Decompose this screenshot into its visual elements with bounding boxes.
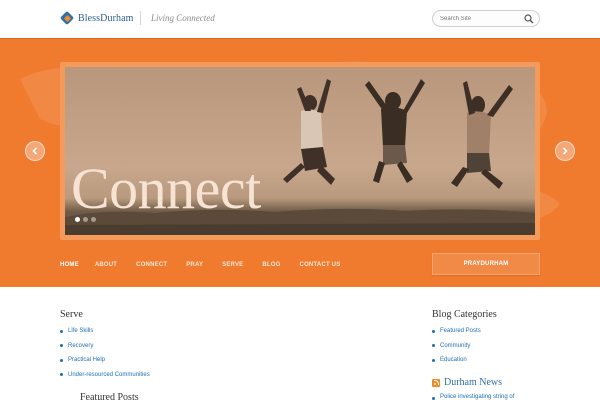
main-nav: HOME ABOUT CONNECT PRAY SERVE BLOG CONTA… — [60, 260, 359, 270]
news-link[interactable]: Police investigating string of — [432, 394, 514, 400]
category-link-community[interactable]: Community — [432, 342, 481, 357]
serve-link-practical-help[interactable]: Practical Help — [60, 356, 150, 371]
slider-dot[interactable] — [83, 217, 88, 222]
slider-frame: Connect — [60, 62, 540, 240]
site-tagline: Living Connected — [151, 13, 215, 23]
slide-image[interactable]: Connect — [65, 67, 535, 235]
nav-about[interactable]: ABOUT — [95, 260, 117, 270]
slider-dot[interactable] — [75, 217, 80, 222]
site-logo[interactable]: BlessDurham — [61, 10, 134, 26]
search-icon[interactable] — [524, 14, 534, 24]
slider-prev-button[interactable] — [25, 141, 45, 161]
chevron-right-icon — [562, 147, 568, 155]
durham-news-heading: Durham News — [432, 377, 502, 388]
blog-categories-heading: Blog Categories — [432, 309, 497, 320]
slider-dot[interactable] — [91, 217, 96, 222]
search-input[interactable] — [440, 13, 520, 24]
featured-posts-heading: Featured Posts — [80, 392, 139, 400]
serve-heading: Serve — [60, 309, 83, 320]
serve-link-recovery[interactable]: Recovery — [60, 342, 150, 357]
rss-icon[interactable] — [432, 378, 440, 387]
nav-contact-us[interactable]: CONTACT US — [300, 260, 341, 270]
nav-pray[interactable]: PRAY — [186, 260, 203, 270]
nav-home[interactable]: HOME — [60, 260, 79, 270]
search-box — [432, 10, 540, 27]
nav-serve[interactable]: SERVE — [222, 260, 243, 270]
serve-list: Life Skills Recovery Practical Help Unde… — [60, 327, 150, 385]
nav-blog[interactable]: BLOG — [262, 260, 280, 270]
slider-next-button[interactable] — [555, 141, 575, 161]
logo-text: BlessDurham — [78, 12, 134, 24]
serve-link-life-skills[interactable]: Life Skills — [60, 327, 150, 342]
site-header: BlessDurham Living Connected — [0, 0, 600, 38]
durham-news-title[interactable]: Durham News — [444, 377, 502, 388]
category-link-education[interactable]: Education — [432, 356, 481, 371]
header-divider — [140, 11, 141, 25]
praydurham-button[interactable]: PRAYDURHAM — [432, 253, 540, 275]
chevron-left-icon — [32, 147, 38, 155]
main-content: Serve Life Skills Recovery Practical Hel… — [0, 288, 600, 400]
hero-band: Connect HOME ABOUT CONNECT PRAY SERVE BL… — [0, 38, 600, 287]
slide-caption: Connect — [71, 156, 261, 221]
serve-link-under-resourced[interactable]: Under-resourced Communities — [60, 371, 150, 386]
logo-icon — [61, 12, 74, 25]
blog-categories-list: Featured Posts Community Education — [432, 327, 481, 371]
category-link-featured-posts[interactable]: Featured Posts — [432, 327, 481, 342]
nav-connect[interactable]: CONNECT — [136, 260, 167, 270]
slider-pagination — [75, 217, 96, 222]
